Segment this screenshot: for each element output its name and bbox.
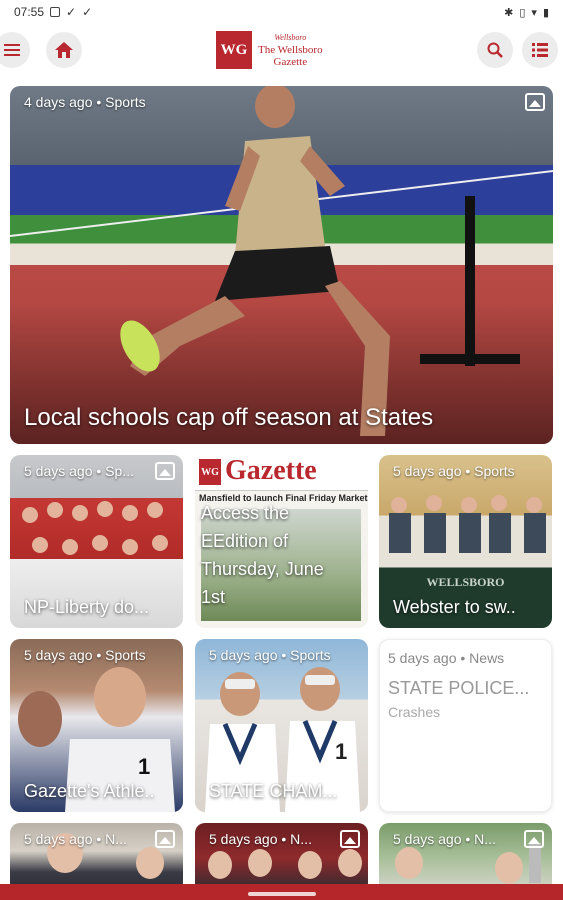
card-meta: 5 days ago • N... (209, 831, 312, 847)
logo-mark: WG (216, 31, 252, 69)
eedition-line: Access the (201, 503, 290, 523)
card-meta: 5 days ago • Sports (24, 647, 146, 663)
card-headline: Webster to sw.. (393, 597, 516, 617)
notification-icon (50, 7, 61, 17)
hero-meta: 4 days ago • Sports (24, 94, 146, 110)
home-icon (55, 42, 73, 58)
battery-icon: ▮ (542, 6, 549, 19)
article-card[interactable]: 1 5 days ago • Sports STATE CHAM... (195, 639, 368, 812)
logo-small: Wellsboro (274, 33, 307, 42)
image-gallery-icon (525, 93, 545, 111)
search-button[interactable] (477, 32, 513, 68)
logo-initials: WG (220, 41, 248, 58)
card-category: Crashes (388, 704, 441, 720)
check-icon: ✓ (82, 5, 93, 19)
menu-button[interactable] (0, 32, 30, 68)
masthead-title: Gazette (225, 455, 317, 486)
article-card[interactable]: 5 days ago • N... (379, 823, 552, 893)
logo-line1: The Wellsboro (258, 44, 323, 56)
article-card[interactable]: 5 days ago • Sp... NP-Liberty do... (10, 455, 183, 628)
image-gallery-icon (340, 830, 360, 848)
eedition-line: Thursday, June (201, 559, 324, 579)
card-meta: 5 days ago • N... (24, 831, 127, 847)
app-bar: WG Wellsboro The Wellsboro Gazette (0, 28, 563, 74)
hero-headline: Local schools cap off season at States (24, 404, 434, 431)
check-icon: ✓ (66, 5, 77, 19)
eedition-line: EEdition of (201, 531, 289, 551)
eedition-headline: Access the EEdition of Thursday, June 1s… (201, 499, 362, 611)
card-headline: NP-Liberty do... (24, 597, 150, 617)
runner-illustration (10, 86, 553, 436)
logo-wordmark: Wellsboro The Wellsboro Gazette (258, 32, 323, 68)
status-time: 07:55 (14, 5, 45, 19)
jersey-number: 1 (138, 754, 151, 779)
logo-line2: Gazette (273, 56, 308, 68)
system-navigation-bar (0, 884, 563, 900)
card-meta: 5 days ago • News (388, 650, 505, 666)
home-button[interactable] (46, 32, 82, 68)
gesture-handle[interactable] (248, 892, 316, 896)
bluetooth-icon: ✱ (504, 6, 514, 19)
vibrate-icon: ▯ (519, 6, 526, 19)
card-meta: 5 days ago • Sp... (24, 463, 134, 479)
image-gallery-icon (155, 830, 175, 848)
search-icon (487, 42, 503, 58)
masthead-logo: WG (199, 459, 221, 485)
banner-text: WELLSBORO (426, 575, 505, 589)
text-article-card[interactable]: 5 days ago • News STATE POLICE... Crashe… (379, 639, 552, 812)
gazette-logo[interactable]: WG Wellsboro The Wellsboro Gazette (216, 31, 323, 69)
wifi-icon: ▾ (531, 6, 537, 19)
status-bar: 07:55 ✓ ✓ ✱ ▯ ▾ ▮ (0, 0, 563, 24)
jersey-number: 1 (335, 739, 348, 764)
article-card[interactable]: WELLSBORO 5 days ago • Sports Webster to… (379, 455, 552, 628)
article-card[interactable]: 1 5 days ago • Sports Gazette's Athle.. (10, 639, 183, 812)
eedition-card[interactable]: WG Gazette Mansfield to launch Final Fri… (195, 455, 368, 628)
card-meta: 5 days ago • Sports (209, 647, 331, 663)
article-card[interactable]: 5 days ago • N... (195, 823, 368, 893)
image-gallery-icon (524, 830, 544, 848)
card-meta: 5 days ago • Sports (393, 463, 515, 479)
list-icon (532, 43, 548, 57)
article-card[interactable]: 5 days ago • N... (10, 823, 183, 893)
card-title: STATE POLICE... (388, 678, 530, 698)
hero-article-card[interactable]: 4 days ago • Sports Local schools cap of… (10, 86, 553, 444)
newspaper-masthead: WG Gazette (195, 455, 368, 491)
hamburger-icon (4, 44, 20, 56)
eedition-line: 1st (201, 587, 226, 607)
card-headline: STATE CHAM... (209, 781, 338, 801)
card-meta: 5 days ago • N... (393, 831, 496, 847)
card-headline: Gazette's Athle.. (24, 781, 155, 801)
list-button[interactable] (522, 32, 558, 68)
image-gallery-icon (155, 462, 175, 480)
